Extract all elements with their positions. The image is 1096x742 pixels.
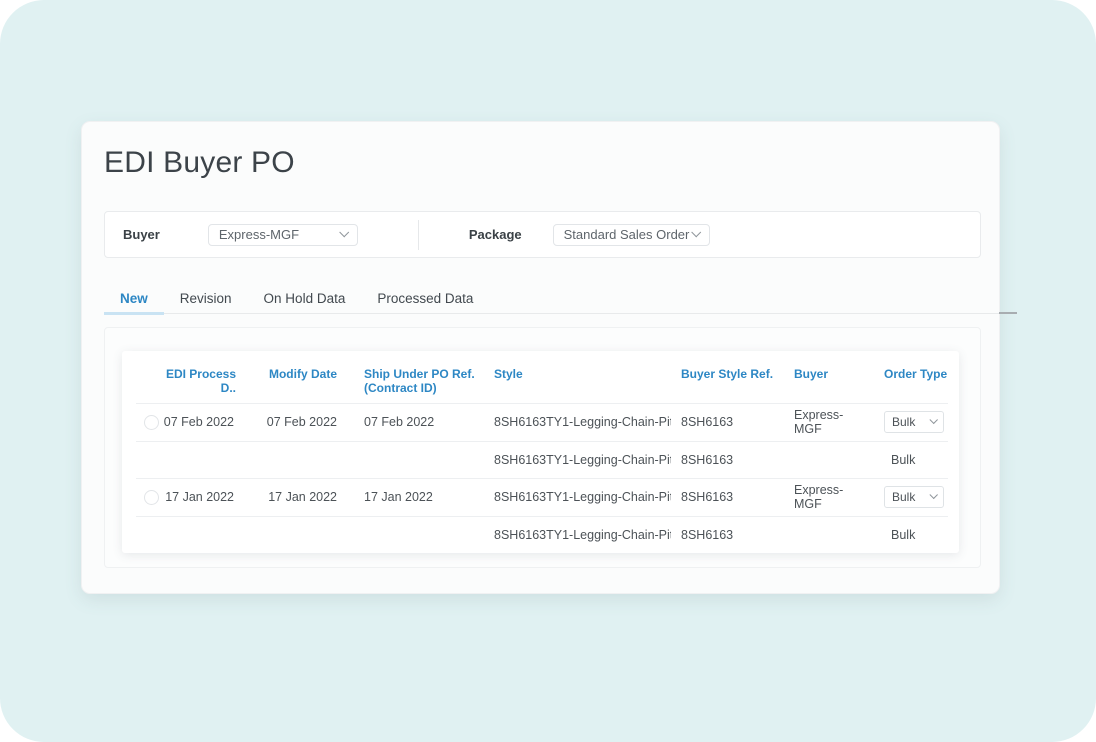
app-background: EDI Buyer PO Buyer Express-MGF Package S… <box>0 0 1096 742</box>
style-cell: 8SH6163TY1-Legging-Chain-Pitc... <box>481 453 671 467</box>
chevron-down-icon <box>929 416 937 424</box>
package-select[interactable]: Standard Sales Order <box>553 224 710 246</box>
order-type-value: Bulk <box>871 453 948 467</box>
order-type-value: Bulk <box>892 415 915 429</box>
tab-revision[interactable]: Revision <box>164 290 248 313</box>
style-cell: 8SH6163TY1-Legging-Chain-Pitc... <box>481 490 671 504</box>
row-radio-button[interactable] <box>144 415 159 430</box>
column-header-style: Style <box>481 367 671 403</box>
buyer-cell: Express-MGF <box>781 483 871 511</box>
modify-date-cell: 17 Jan 2022 <box>246 490 346 504</box>
table-row: 17 Jan 2022 17 Jan 2022 17 Jan 2022 8SH6… <box>136 478 948 516</box>
edi-buyer-po-card: EDI Buyer PO Buyer Express-MGF Package S… <box>82 122 999 593</box>
tab-on-hold-data[interactable]: On Hold Data <box>248 290 362 313</box>
ship-under-po-ref-cell: 17 Jan 2022 <box>346 490 481 504</box>
ship-under-po-ref-cell: 07 Feb 2022 <box>346 415 481 429</box>
tab-bar: New Revision On Hold Data Processed Data <box>104 290 999 314</box>
tab-underline-overhang <box>999 312 1017 314</box>
table-row: 8SH6163TY1-Legging-Chain-Pitc... 8SH6163… <box>136 516 948 554</box>
edi-process-date-cell: 17 Jan 2022 <box>162 490 246 504</box>
buyer-style-ref-cell: 8SH6163 <box>671 453 781 467</box>
tab-new[interactable]: New <box>104 290 164 313</box>
page-title: EDI Buyer PO <box>104 146 295 180</box>
column-header-ship-under-po-ref: Ship Under PO Ref. (Contract ID) <box>346 367 481 403</box>
column-header-buyer: Buyer <box>781 367 871 403</box>
filter-bar: Buyer Express-MGF Package Standard Sales… <box>104 211 981 258</box>
order-type-select[interactable]: Bulk <box>884 411 944 433</box>
filter-divider <box>418 220 419 250</box>
table-row: 07 Feb 2022 07 Feb 2022 07 Feb 2022 8SH6… <box>136 403 948 441</box>
table-container: EDI Process D.. Modify Date Ship Under P… <box>104 327 981 568</box>
package-filter-label: Package <box>469 227 522 242</box>
buyer-cell: Express-MGF <box>781 408 871 436</box>
buyer-select-value: Express-MGF <box>219 227 299 242</box>
modify-date-cell: 07 Feb 2022 <box>246 415 346 429</box>
column-header-modify-date: Modify Date <box>246 367 346 403</box>
package-select-value: Standard Sales Order <box>564 227 690 242</box>
tab-processed-data[interactable]: Processed Data <box>361 290 489 313</box>
buyer-select[interactable]: Express-MGF <box>208 224 358 246</box>
edi-process-date-cell: 07 Feb 2022 <box>162 415 246 429</box>
style-cell: 8SH6163TY1-Legging-Chain-Pitc... <box>481 528 671 542</box>
order-type-value: Bulk <box>892 490 915 504</box>
column-header-buyer-style-ref: Buyer Style Ref. <box>671 367 781 403</box>
chevron-down-icon <box>691 227 701 237</box>
order-type-value: Bulk <box>871 528 948 542</box>
row-radio-button[interactable] <box>144 490 159 505</box>
column-header-order-type: Order Type <box>871 367 948 403</box>
column-header-edi-process-date: EDI Process D.. <box>162 367 246 403</box>
style-cell: 8SH6163TY1-Legging-Chain-Pitc... <box>481 415 671 429</box>
table-header-row: EDI Process D.. Modify Date Ship Under P… <box>136 351 948 403</box>
chevron-down-icon <box>929 491 937 499</box>
buyer-style-ref-cell: 8SH6163 <box>671 528 781 542</box>
po-table: EDI Process D.. Modify Date Ship Under P… <box>122 351 959 553</box>
buyer-style-ref-cell: 8SH6163 <box>671 415 781 429</box>
table-row: 8SH6163TY1-Legging-Chain-Pitc... 8SH6163… <box>136 441 948 479</box>
order-type-select[interactable]: Bulk <box>884 486 944 508</box>
buyer-filter-label: Buyer <box>123 227 160 242</box>
buyer-style-ref-cell: 8SH6163 <box>671 490 781 504</box>
chevron-down-icon <box>339 227 349 237</box>
